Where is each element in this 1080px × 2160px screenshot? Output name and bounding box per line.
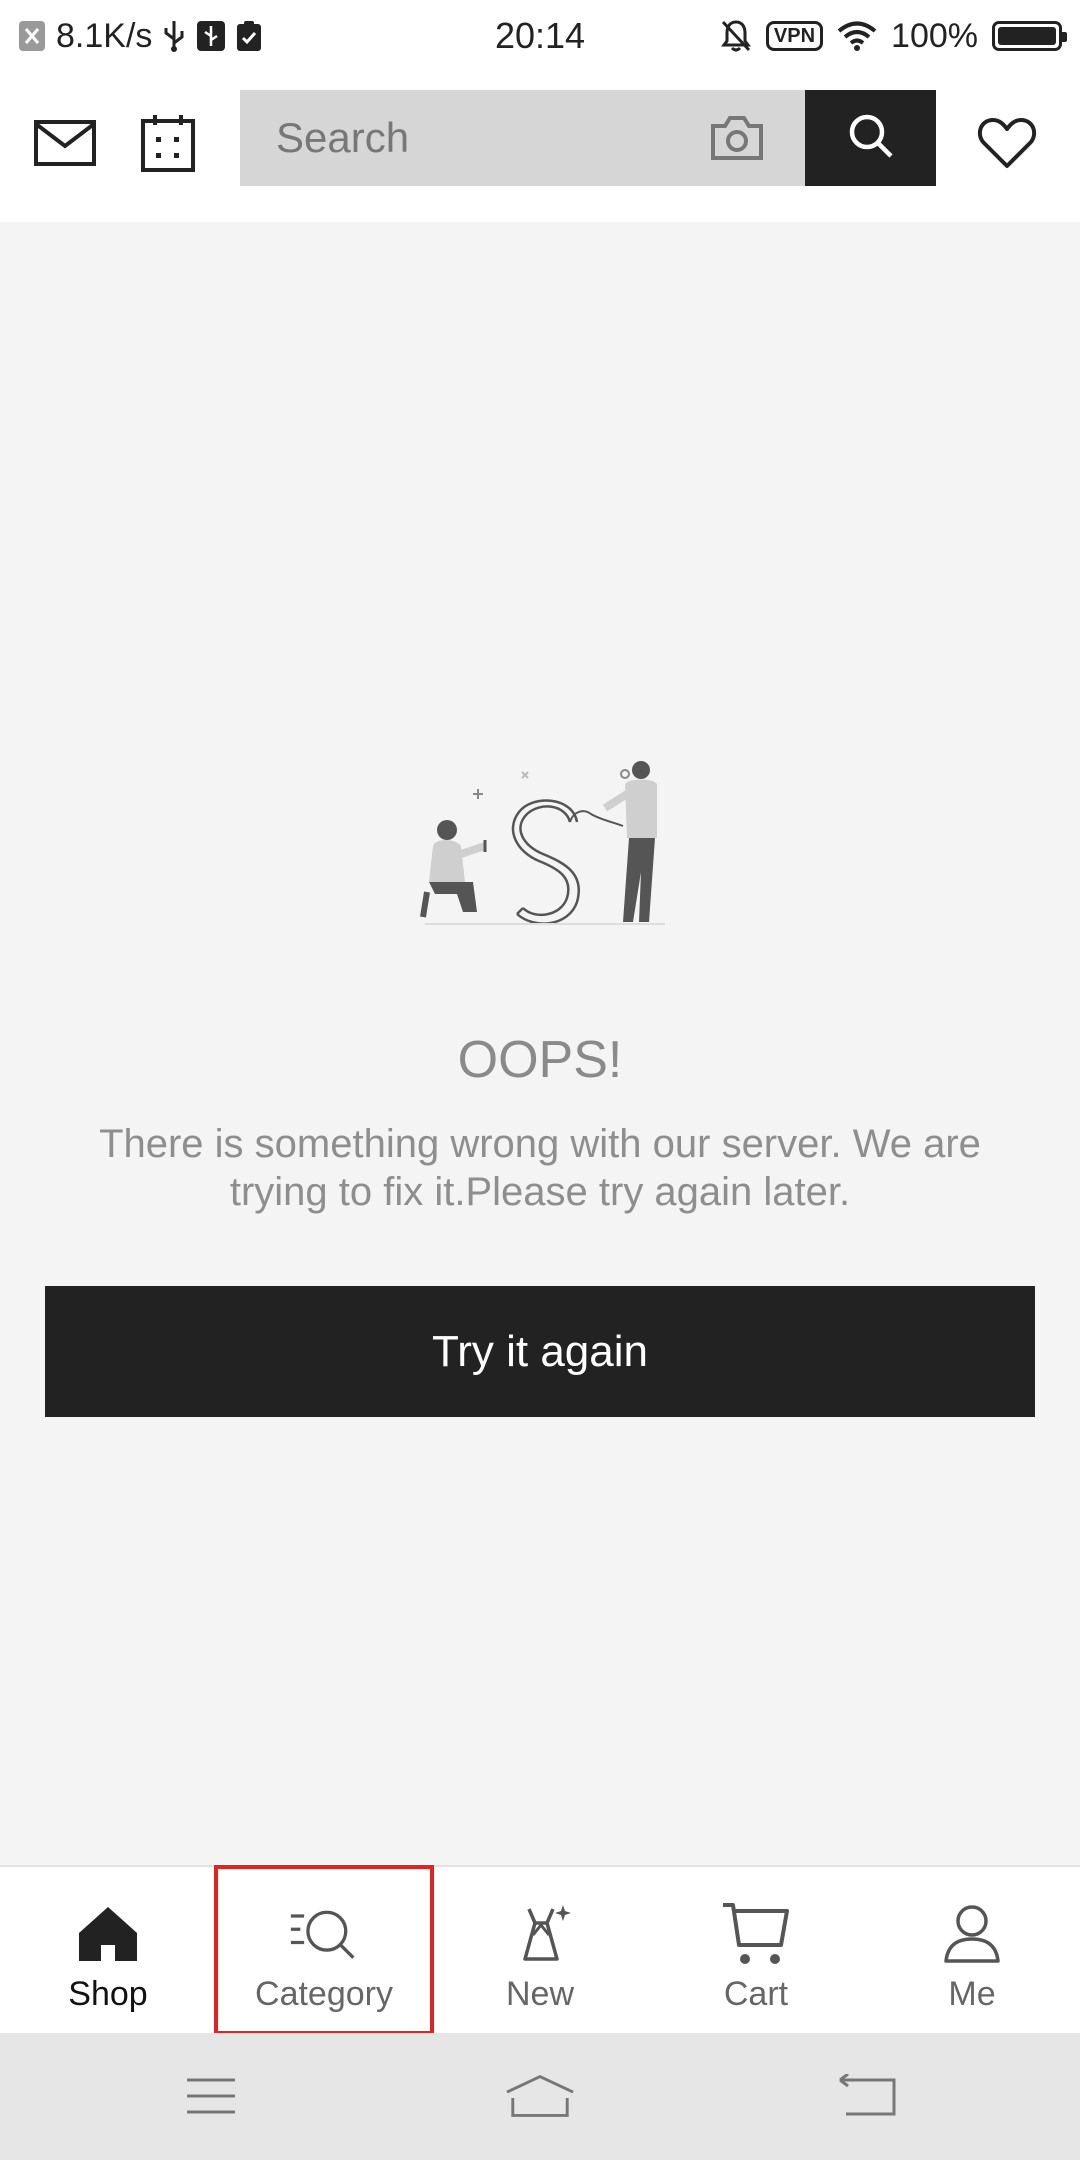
nav-item-category[interactable]: Category xyxy=(216,1867,432,2033)
wifi-icon xyxy=(837,20,877,52)
menu-icon[interactable] xyxy=(176,2063,246,2129)
nav-label-cart: Cart xyxy=(723,1975,789,2013)
mute-bell-icon xyxy=(720,19,752,53)
bottom-nav: Shop Category New Cart Me xyxy=(0,1865,1080,2033)
home-icon xyxy=(73,1901,143,1967)
status-bar: 8.1K/s 20:14 VPN 100% xyxy=(0,0,1080,72)
error-message: There is something wrong with our server… xyxy=(99,1122,981,1214)
search-placeholder: Search xyxy=(276,114,410,161)
category-search-icon xyxy=(289,1901,359,1967)
battery-percent: 100% xyxy=(891,16,978,55)
error-page: OOPS! There is something wrong with our … xyxy=(0,222,1080,1865)
nav-item-shop[interactable]: Shop xyxy=(0,1867,216,2033)
status-right: VPN 100% xyxy=(720,0,1067,72)
nav-label-new: New xyxy=(505,1975,575,2013)
search-input[interactable]: Search xyxy=(240,90,805,186)
camera-icon[interactable] xyxy=(709,112,765,164)
system-nav-bar xyxy=(0,2033,1080,2160)
dress-icon xyxy=(505,1901,575,1967)
calendar-icon[interactable] xyxy=(133,108,203,178)
home-nav-icon[interactable] xyxy=(505,2063,575,2129)
profile-icon xyxy=(937,1901,1007,1967)
cart-icon xyxy=(721,1901,791,1967)
nav-item-cart[interactable]: Cart xyxy=(648,1867,864,2033)
error-title: OOPS! xyxy=(457,1031,623,1089)
repair-illustration xyxy=(405,742,685,972)
vpn-badge: VPN xyxy=(765,21,824,51)
search-button[interactable] xyxy=(805,90,936,186)
mail-icon[interactable] xyxy=(30,108,100,178)
battery-icon xyxy=(992,21,1067,51)
try-again-button[interactable]: Try it again xyxy=(45,1286,1035,1417)
nav-item-new[interactable]: New xyxy=(432,1867,648,2033)
header: Search xyxy=(0,72,1080,222)
wishlist-heart-icon[interactable] xyxy=(972,108,1042,178)
nav-label-shop: Shop xyxy=(68,1975,148,2013)
back-icon[interactable] xyxy=(833,2063,903,2129)
search-icon xyxy=(847,112,895,165)
nav-label-me: Me xyxy=(948,1975,996,2013)
nav-item-me[interactable]: Me xyxy=(864,1867,1080,2033)
nav-label-category: Category xyxy=(255,1975,393,2013)
